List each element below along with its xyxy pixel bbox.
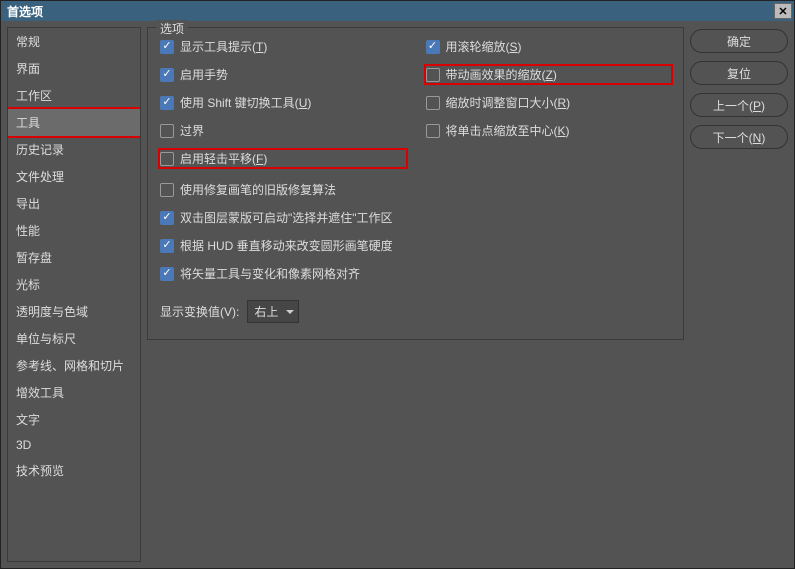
opt-left-row-2: 使用 Shift 键切换工具(U) — [160, 94, 406, 111]
sidebar-item-5[interactable]: 文件处理 — [8, 163, 140, 190]
opt-left-label-2: 使用 Shift 键切换工具(U) — [180, 94, 311, 111]
opt-extra-checkbox-3[interactable] — [160, 267, 174, 281]
opt-right-checkbox-2[interactable] — [426, 96, 440, 110]
opt-left-row-1: 启用手势 — [160, 66, 406, 83]
sidebar-item-16[interactable]: 技术预览 — [8, 457, 140, 484]
opt-extra-row-0: 使用修复画笔的旧版修复算法 — [160, 181, 671, 198]
opt-right-row-0: 用滚轮缩放(S) — [426, 38, 672, 55]
opt-left-checkbox-0[interactable] — [160, 40, 174, 54]
opt-left-checkbox-1[interactable] — [160, 68, 174, 82]
opt-left-checkbox-3[interactable] — [160, 124, 174, 138]
transform-row: 显示变换值(V): 右上 — [160, 300, 671, 323]
opt-right-checkbox-0[interactable] — [426, 40, 440, 54]
sidebar-item-11[interactable]: 单位与标尺 — [8, 325, 140, 352]
opt-left-checkbox-4[interactable] — [160, 152, 174, 166]
titlebar: 首选项 ✕ — [1, 1, 794, 21]
opt-right-label-3: 将单击点缩放至中心(K) — [446, 122, 570, 139]
options-col-right: 用滚轮缩放(S) 带动画效果的缩放(Z) 缩放时调整窗口大小(R) 将单击点缩放至中心… — [426, 38, 672, 167]
opt-left-row-3: 过界 — [160, 122, 406, 139]
sidebar-item-0[interactable]: 常规 — [8, 28, 140, 55]
sidebar-item-8[interactable]: 暂存盘 — [8, 244, 140, 271]
opt-right-label-1: 带动画效果的缩放(Z) — [446, 66, 557, 83]
opt-extra-row-1: 双击图层蒙版可启动"选择并遮住"工作区 — [160, 209, 671, 226]
opt-extra-checkbox-0[interactable] — [160, 183, 174, 197]
opt-right-label-0: 用滚轮缩放(S) — [446, 38, 522, 55]
opt-right-checkbox-1[interactable] — [426, 68, 440, 82]
opt-right-checkbox-3[interactable] — [426, 124, 440, 138]
close-icon[interactable]: ✕ — [774, 3, 792, 19]
ok-button[interactable]: 确定 — [690, 29, 788, 53]
opt-left-row-0: 显示工具提示(T) — [160, 38, 406, 55]
options-col-left: 显示工具提示(T) 启用手势使用 Shift 键切换工具(U) 过界启用轻击平移(F… — [160, 38, 406, 167]
opt-left-label-4: 启用轻击平移(F) — [180, 150, 267, 167]
sidebar-item-3[interactable]: 工具 — [8, 109, 140, 136]
opt-right-label-2: 缩放时调整窗口大小(R) — [446, 94, 571, 111]
opt-extra-label-0: 使用修复画笔的旧版修复算法 — [180, 181, 336, 198]
opt-extra-label-2: 根据 HUD 垂直移动来改变圆形画笔硬度 — [180, 237, 393, 254]
opt-left-row-4: 启用轻击平移(F) — [160, 150, 406, 167]
sidebar-item-13[interactable]: 增效工具 — [8, 379, 140, 406]
window-title: 首选项 — [7, 3, 43, 20]
sidebar: 常规界面工作区工具历史记录文件处理导出性能暂存盘光标透明度与色域单位与标尺参考线… — [7, 27, 141, 562]
next-button[interactable]: 下一个(N) — [690, 125, 788, 149]
options-legend: 选项 — [156, 20, 188, 37]
opt-extra-row-2: 根据 HUD 垂直移动来改变圆形画笔硬度 — [160, 237, 671, 254]
opt-extra-checkbox-1[interactable] — [160, 211, 174, 225]
opt-left-label-3: 过界 — [180, 122, 204, 139]
transform-label: 显示变换值(V): — [160, 303, 239, 320]
opt-extra-row-3: 将矢量工具与变化和像素网格对齐 — [160, 265, 671, 282]
sidebar-item-6[interactable]: 导出 — [8, 190, 140, 217]
opt-extra-label-3: 将矢量工具与变化和像素网格对齐 — [180, 265, 360, 282]
options-extra: 使用修复画笔的旧版修复算法双击图层蒙版可启动"选择并遮住"工作区根据 HUD 垂… — [160, 181, 671, 282]
main-panel: 选项 显示工具提示(T)启用手势使用 Shift 键切换工具(U)过界启用轻击平… — [147, 27, 684, 562]
sidebar-item-14[interactable]: 文字 — [8, 406, 140, 433]
opt-right-row-3: 将单击点缩放至中心(K) — [426, 122, 672, 139]
buttons-panel: 确定 复位 上一个(P) 下一个(N) — [690, 27, 788, 562]
opt-right-row-1: 带动画效果的缩放(Z) — [426, 66, 672, 83]
options-fieldset: 选项 显示工具提示(T)启用手势使用 Shift 键切换工具(U)过界启用轻击平… — [147, 27, 684, 340]
opt-left-label-0: 显示工具提示(T) — [180, 38, 267, 55]
sidebar-item-15[interactable]: 3D — [8, 433, 140, 457]
sidebar-item-10[interactable]: 透明度与色域 — [8, 298, 140, 325]
sidebar-item-4[interactable]: 历史记录 — [8, 136, 140, 163]
reset-button[interactable]: 复位 — [690, 61, 788, 85]
preferences-window: 首选项 ✕ 常规界面工作区工具历史记录文件处理导出性能暂存盘光标透明度与色域单位… — [0, 0, 795, 569]
sidebar-item-9[interactable]: 光标 — [8, 271, 140, 298]
opt-left-label-1: 启用手势 — [180, 66, 228, 83]
opt-extra-checkbox-2[interactable] — [160, 239, 174, 253]
transform-select[interactable]: 右上 — [247, 300, 299, 323]
opt-extra-label-1: 双击图层蒙版可启动"选择并遮住"工作区 — [180, 209, 393, 226]
opt-left-checkbox-2[interactable] — [160, 96, 174, 110]
opt-right-row-2: 缩放时调整窗口大小(R) — [426, 94, 672, 111]
sidebar-item-2[interactable]: 工作区 — [8, 82, 140, 109]
sidebar-item-7[interactable]: 性能 — [8, 217, 140, 244]
transform-value: 右上 — [254, 305, 278, 319]
sidebar-item-12[interactable]: 参考线、网格和切片 — [8, 352, 140, 379]
sidebar-item-1[interactable]: 界面 — [8, 55, 140, 82]
prev-button[interactable]: 上一个(P) — [690, 93, 788, 117]
